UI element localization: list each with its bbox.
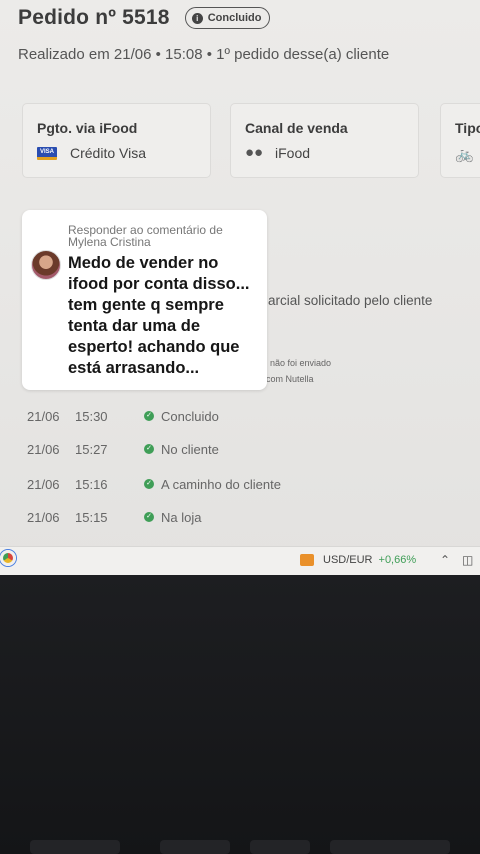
timeline-state: Na loja bbox=[161, 510, 202, 525]
ifood-icon: ●● bbox=[245, 144, 264, 161]
timeline-time: 15:30 bbox=[75, 409, 108, 424]
order-header: Pedido nº 5518 i Concluido bbox=[18, 6, 271, 30]
ticker-label: USD/EUR bbox=[323, 554, 373, 566]
browser-icon[interactable] bbox=[0, 550, 16, 566]
check-icon: ✓ bbox=[144, 444, 154, 454]
monitor-screen: Pedido nº 5518 i Concluido Realizado em … bbox=[0, 0, 480, 575]
status-label: Concluido bbox=[207, 12, 262, 24]
timeline-time: 15:16 bbox=[75, 477, 108, 492]
note-not-sent: não foi enviado bbox=[270, 358, 332, 368]
ticker-change: +0,66% bbox=[378, 554, 417, 566]
check-icon: ✓ bbox=[144, 512, 154, 522]
timeline-row: 21/06 15:15 ✓ Na loja bbox=[0, 510, 480, 530]
timeline-time: 15:27 bbox=[75, 442, 108, 457]
comment-text: Medo de vender no ifood por conta disso.… bbox=[68, 254, 250, 377]
timeline-date: 21/06 bbox=[27, 477, 60, 492]
tray-icon[interactable]: ◫ bbox=[462, 553, 473, 567]
payment-card: Pgto. via iFood VISA Crédito Visa bbox=[22, 103, 211, 178]
info-icon: i bbox=[191, 12, 203, 24]
timeline-state: Concluido bbox=[161, 409, 219, 424]
timeline-state: A caminho do cliente bbox=[161, 477, 281, 492]
order-title: Pedido nº 5518 bbox=[18, 6, 170, 29]
sales-channel-card: Canal de venda ●● iFood bbox=[230, 103, 419, 178]
timeline-row: 21/06 15:30 ✓ Concluido bbox=[0, 409, 480, 429]
timeline-row: 21/06 15:16 ✓ A caminho do cliente bbox=[0, 477, 480, 497]
timeline-state: No cliente bbox=[161, 442, 219, 457]
taskbar: USD/EUR +0,66% ⌃ ◫ bbox=[0, 546, 480, 575]
order-subtitle: Realizado em 21/06 • 15:08 • 1º pedido d… bbox=[18, 46, 390, 63]
visa-card-icon: VISA bbox=[37, 146, 57, 160]
reply-header: Responder ao comentário de Mylena Cristi… bbox=[68, 223, 223, 249]
avatar bbox=[31, 250, 61, 280]
sales-channel-value: iFood bbox=[275, 145, 311, 161]
timeline-time: 15:15 bbox=[75, 510, 108, 525]
status-badge: i Concluido bbox=[184, 7, 271, 29]
keyboard-key bbox=[160, 840, 230, 854]
timeline-row: 21/06 15:27 ✓ No cliente bbox=[0, 442, 480, 462]
bike-icon: 🚲 bbox=[455, 146, 474, 163]
currency-ticker[interactable]: USD/EUR +0,66% bbox=[300, 554, 416, 566]
payment-label: Pgto. via iFood bbox=[37, 120, 138, 136]
timeline-date: 21/06 bbox=[27, 409, 60, 424]
check-icon: ✓ bbox=[144, 411, 154, 421]
chevron-up-icon[interactable]: ⌃ bbox=[440, 553, 450, 567]
partial-text: arcial solicitado pelo cliente bbox=[268, 293, 433, 308]
timeline-date: 21/06 bbox=[27, 442, 60, 457]
ticker-icon bbox=[300, 554, 314, 566]
check-icon: ✓ bbox=[144, 479, 154, 489]
type-card: Tipo 🚲 bbox=[440, 103, 480, 178]
payment-value: Crédito Visa bbox=[70, 145, 147, 161]
note-nutella: com Nutella bbox=[266, 374, 314, 384]
reply-comment-bubble[interactable]: Responder ao comentário de Mylena Cristi… bbox=[22, 210, 267, 390]
keyboard-key bbox=[330, 840, 450, 854]
timeline-date: 21/06 bbox=[27, 510, 60, 525]
type-label: Tipo bbox=[455, 120, 480, 136]
keyboard-key bbox=[30, 840, 120, 854]
sales-channel-label: Canal de venda bbox=[245, 120, 348, 136]
laptop-body bbox=[0, 575, 480, 854]
keyboard-key bbox=[250, 840, 310, 854]
